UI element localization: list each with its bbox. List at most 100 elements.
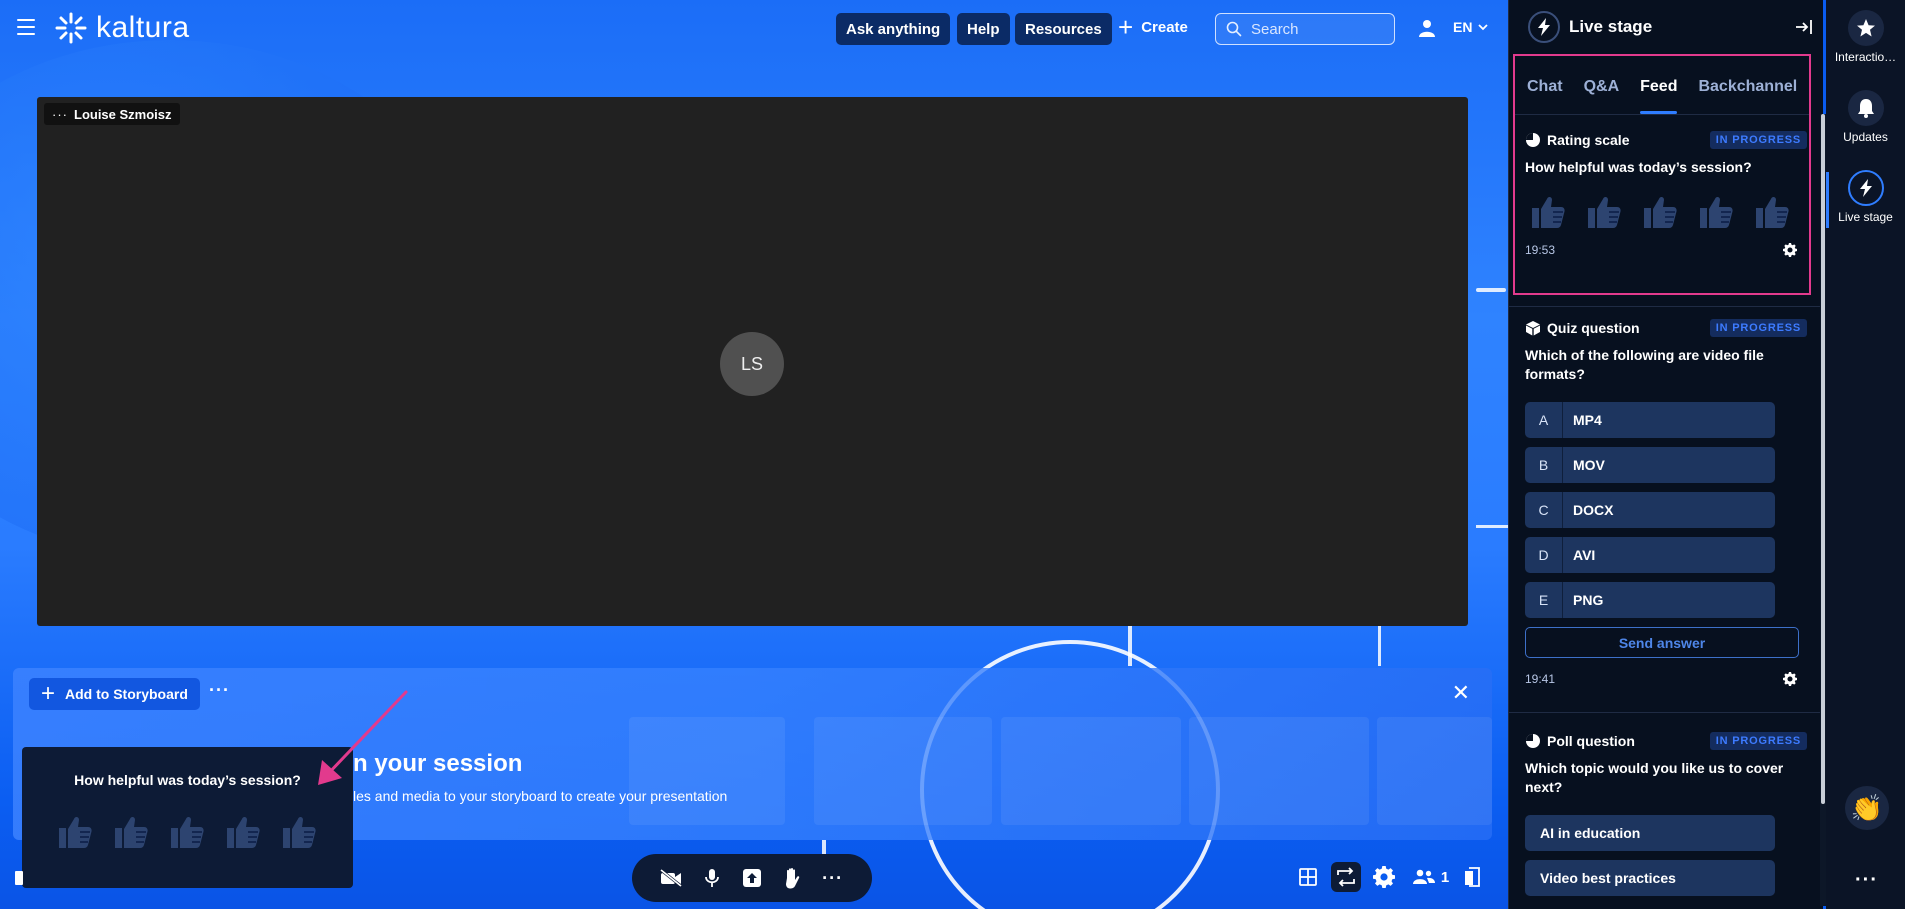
search-box[interactable] [1215,13,1395,45]
thumbs-up-icon[interactable] [1583,191,1623,231]
language-label: EN [1453,19,1473,35]
main-stage: kaltura Ask anything Help Resources + Cr… [0,0,1508,909]
thumbs-up-icon[interactable] [110,811,150,851]
leave-icon [1465,867,1480,887]
more-options-icon[interactable]: ··· [52,107,68,122]
participant-name-tag[interactable]: ··· Louise Szmoisz [44,103,180,125]
rail-label: Live stage [1838,210,1893,224]
participants-button[interactable]: 1 [1405,862,1457,892]
tab-chat[interactable]: Chat [1527,78,1563,114]
option-letter: E [1525,582,1563,618]
star-icon [1847,10,1884,46]
panel-header: Live stage [1509,0,1823,54]
leave-button[interactable] [1457,862,1487,892]
settings-button[interactable] [1369,862,1399,892]
create-button[interactable]: + Create [1118,14,1188,40]
quiz-option[interactable]: B MOV [1525,447,1775,483]
leave-icon[interactable] [14,869,26,887]
card-timestamp: 19:41 [1525,672,1556,686]
thumbs-up-icon[interactable] [1639,191,1679,231]
panel-title: Live stage [1569,17,1653,36]
search-icon [1226,21,1242,37]
user-profile-icon[interactable] [1419,19,1435,37]
rail-more-icon[interactable]: ··· [1855,869,1878,892]
add-to-storyboard-button[interactable]: + Add to Storyboard [29,678,200,710]
collapse-panel-icon[interactable] [1794,17,1814,37]
share-screen-button[interactable] [739,865,765,891]
grid-layout-icon [1299,868,1317,886]
grid-layout-button[interactable] [1293,862,1323,892]
pie-chart-icon [1526,734,1540,748]
thumbs-up-icon[interactable] [166,811,206,851]
raise-hand-button[interactable] [779,865,805,891]
background-line [1378,626,1381,666]
thumbs-up-icon[interactable] [1695,191,1735,231]
option-text: MP4 [1573,412,1602,428]
logo-text: kaltura [96,11,190,44]
tab-backchannel[interactable]: Backchannel [1698,78,1797,114]
switch-view-button[interactable] [1331,862,1361,892]
storyboard-placeholder-tile [1189,717,1369,825]
rail-label: Interactio… [1834,50,1897,64]
background-line [1476,288,1506,292]
search-input[interactable] [1251,20,1381,38]
option-letter: D [1525,537,1563,573]
thumbs-up-icon[interactable] [54,811,94,851]
add-to-storyboard-label: Add to Storyboard [65,686,188,702]
rail-item-updates[interactable]: Updates [1826,90,1905,144]
send-answer-button[interactable]: Send answer [1525,627,1799,658]
right-rail: Interactio… Updates Live stage [1826,0,1905,909]
close-icon[interactable]: ✕ [1452,680,1470,706]
clapping-hands-icon[interactable]: 👏 [1845,786,1889,830]
ask-anything-button[interactable]: Ask anything [836,13,951,45]
poll-question-card: Poll question IN PROGRESS Which topic wo… [1525,731,1807,905]
video-tile[interactable]: ··· Louise Szmoisz LS [37,97,1468,626]
tab-qa[interactable]: Q&A [1584,78,1620,114]
rating-scale-card: Rating scale IN PROGRESS How helpful was… [1525,130,1807,257]
layout-toolbar: 1 [1293,862,1487,892]
tabs-divider [1515,114,1809,115]
switch-view-icon [1337,867,1355,887]
help-button[interactable]: Help [957,13,1010,45]
microphone-button[interactable] [699,865,725,891]
storyboard-placeholder-tile [1377,717,1492,825]
resources-button[interactable]: Resources [1015,13,1112,45]
hamburger-menu-icon[interactable] [17,19,35,35]
quiz-option[interactable]: C DOCX [1525,492,1775,528]
lightning-icon [1528,11,1560,43]
rating-thumbs [54,811,318,851]
card-question: Which of the following are video file fo… [1525,347,1764,382]
panel-scrollbar-thumb[interactable] [1821,114,1825,804]
rail-item-live-stage[interactable]: Live stage [1826,170,1905,224]
thumbs-up-icon[interactable] [1751,191,1791,231]
poll-options: AI in education Video best practices [1525,815,1807,896]
rail-item-interactions[interactable]: Interactio… [1826,10,1905,64]
language-selector[interactable]: EN [1453,19,1489,35]
card-timestamp: 19:53 [1525,243,1556,257]
quiz-option[interactable]: A MP4 [1525,402,1775,438]
storyboard-more-icon[interactable]: ··· [209,680,230,701]
option-letter: A [1525,402,1563,438]
thumbs-up-icon[interactable] [278,811,318,851]
camera-off-button[interactable] [658,865,684,891]
quiz-option[interactable]: D AVI [1525,537,1775,573]
microphone-icon [704,869,719,887]
participants-count: 1 [1440,868,1450,886]
gear-icon[interactable] [1783,243,1797,257]
poll-option[interactable]: Video best practices [1525,860,1775,896]
option-letter: B [1525,447,1563,483]
more-controls-button[interactable]: ··· [820,865,846,891]
panel-tabs: Chat Q&A Feed Backchannel [1515,56,1809,114]
gear-icon[interactable] [1783,672,1797,686]
thumbs-up-icon[interactable] [222,811,262,851]
status-badge: IN PROGRESS [1709,319,1807,337]
option-text: MOV [1573,457,1605,473]
card-question: Which topic would you like us to cover n… [1525,760,1784,795]
kaltura-logo[interactable]: kaltura [54,11,190,45]
plus-icon: + [1118,12,1134,42]
poll-option[interactable]: AI in education [1525,815,1775,851]
quiz-option[interactable]: E PNG [1525,582,1775,618]
tab-feed[interactable]: Feed [1640,78,1678,114]
thumbs-up-icon[interactable] [1527,191,1567,231]
annotation-arrow [318,690,408,785]
